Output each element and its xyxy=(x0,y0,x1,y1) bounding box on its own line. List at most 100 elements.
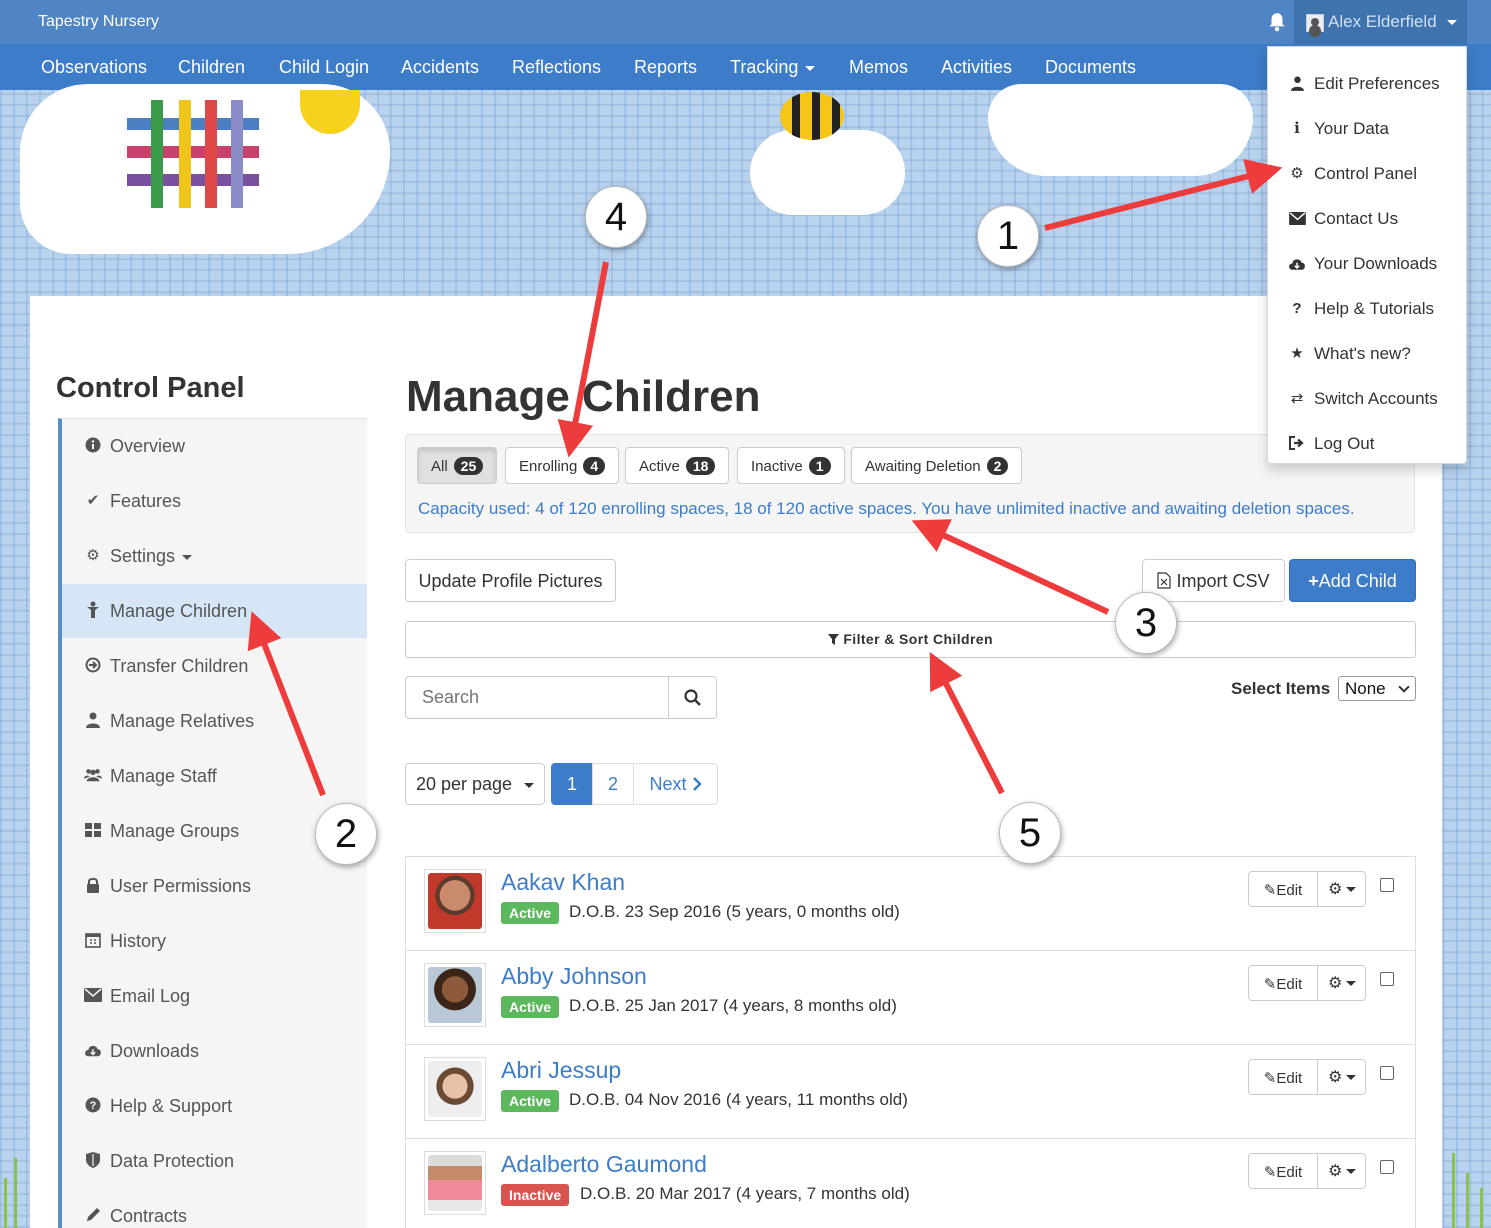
child-photo[interactable] xyxy=(424,1151,486,1215)
sidebar-item-settings[interactable]: ⚙ Settings xyxy=(62,529,367,583)
actions-dropdown-button[interactable]: ⚙ xyxy=(1317,965,1366,1001)
search-input[interactable] xyxy=(405,676,669,719)
tab-awaiting-deletion[interactable]: Awaiting Deletion 2 xyxy=(851,447,1023,484)
sidebar-item-data-protection[interactable]: Data Protection xyxy=(62,1134,367,1188)
sidebar-item-help-support[interactable]: ? Help & Support xyxy=(62,1079,367,1133)
status-badge: Inactive xyxy=(501,1184,570,1206)
chevron-down-icon xyxy=(1398,681,1410,693)
tab-enrolling[interactable]: Enrolling 4 xyxy=(505,447,620,484)
child-photo[interactable] xyxy=(424,963,486,1027)
page-1-button[interactable]: 1 xyxy=(551,763,593,805)
tab-label: Active xyxy=(639,458,680,475)
sidebar-item-label: Transfer Children xyxy=(110,656,249,676)
child-name-link[interactable]: Aakav Khan xyxy=(501,869,625,896)
menu-item-label: What's new? xyxy=(1314,344,1411,363)
menu-item-label: Help & Tutorials xyxy=(1314,299,1434,318)
tab-all[interactable]: All 25 xyxy=(417,447,498,484)
sidebar-item-label: Data Protection xyxy=(110,1151,235,1171)
child-name-link[interactable]: Abri Jessup xyxy=(501,1057,621,1084)
child-name-link[interactable]: Adalberto Gaumond xyxy=(501,1151,707,1178)
nav-child-login[interactable]: Child Login xyxy=(279,57,369,78)
nav-reports[interactable]: Reports xyxy=(634,57,697,78)
sidebar-item-transfer-children[interactable]: Transfer Children xyxy=(62,639,367,693)
menu-item-whats-new[interactable]: ★ What's new? xyxy=(1268,325,1466,370)
tab-active[interactable]: Active 18 xyxy=(625,447,730,484)
edit-button[interactable]: ✎Edit xyxy=(1248,1153,1318,1189)
actions-dropdown-button[interactable]: ⚙ xyxy=(1317,1059,1366,1095)
child-dob: D.O.B. 04 Nov 2016 (4 years, 11 months o… xyxy=(569,1090,908,1109)
child-photo[interactable] xyxy=(424,1057,486,1121)
question-circle-icon: ? xyxy=(84,1096,102,1114)
menu-item-your-downloads[interactable]: Your Downloads xyxy=(1268,235,1466,280)
child-photo[interactable] xyxy=(424,869,486,933)
menu-item-label: Your Downloads xyxy=(1314,254,1438,273)
sidebar-item-features[interactable]: ✔ Features xyxy=(62,474,367,528)
annotation-arrow-1 xyxy=(1044,158,1283,231)
filter-sort-toggle[interactable]: Filter & Sort Children xyxy=(405,621,1416,658)
select-items-dropdown[interactable]: None xyxy=(1338,676,1416,701)
cloud-download-icon xyxy=(84,1041,102,1059)
menu-item-help-tutorials[interactable]: ? Help & Tutorials xyxy=(1268,280,1466,325)
nav-observations[interactable]: Observations xyxy=(41,57,147,78)
next-page-button[interactable]: Next xyxy=(633,763,718,805)
sidebar-item-label: Features xyxy=(110,491,182,511)
menu-item-your-data[interactable]: i Your Data xyxy=(1268,100,1466,145)
nav-documents[interactable]: Documents xyxy=(1045,57,1136,78)
cloud-download-icon xyxy=(1288,254,1306,272)
sidebar-item-manage-relatives[interactable]: Manage Relatives xyxy=(62,694,367,748)
child-name-link[interactable]: Abby Johnson xyxy=(501,963,647,990)
per-page-dropdown[interactable]: 20 per page xyxy=(405,763,545,805)
tab-inactive[interactable]: Inactive 1 xyxy=(737,447,845,484)
envelope-icon xyxy=(1288,209,1306,227)
sidebar-item-overview[interactable]: Overview xyxy=(62,419,367,473)
menu-item-edit-preferences[interactable]: Edit Preferences xyxy=(1268,55,1466,100)
edit-button[interactable]: ✎Edit xyxy=(1248,1059,1318,1095)
nav-tracking[interactable]: Tracking xyxy=(730,57,816,78)
select-checkbox[interactable] xyxy=(1380,972,1394,986)
list-item: Aakav Khan Active D.O.B. 23 Sep 2016 (5 … xyxy=(406,857,1415,951)
chevron-down-icon xyxy=(1346,887,1356,892)
nav-activities[interactable]: Activities xyxy=(941,57,1012,78)
page-2-button[interactable]: 2 xyxy=(592,763,634,805)
brand-name[interactable]: Tapestry Nursery xyxy=(38,13,159,31)
user-menu-toggle[interactable]: Alex Elderfield xyxy=(1294,0,1467,44)
sidebar-title: Control Panel xyxy=(56,372,245,404)
sidebar-item-label: Email Log xyxy=(110,986,191,1006)
menu-item-contact-us[interactable]: Contact Us xyxy=(1268,190,1466,235)
child-dob: D.O.B. 20 Mar 2017 (4 years, 7 months ol… xyxy=(580,1184,910,1203)
edit-button[interactable]: ✎Edit xyxy=(1248,965,1318,1001)
menu-item-control-panel[interactable]: ⚙ Control Panel xyxy=(1268,145,1466,190)
sidebar-item-manage-staff[interactable]: Manage Staff xyxy=(62,749,367,803)
menu-item-label: Control Panel xyxy=(1314,164,1418,183)
sidebar-item-email-log[interactable]: Email Log xyxy=(62,969,367,1023)
nav-children[interactable]: Children xyxy=(178,57,245,78)
pencil-icon: ✎ xyxy=(1263,1164,1277,1181)
nav-accidents[interactable]: Accidents xyxy=(401,57,479,78)
chevron-down-icon xyxy=(182,554,193,560)
menu-item-switch-accounts[interactable]: ⇄ Switch Accounts xyxy=(1268,370,1466,415)
actions-dropdown-button[interactable]: ⚙ xyxy=(1317,1153,1366,1189)
info-icon: i xyxy=(1294,119,1300,137)
sidebar-item-history[interactable]: History xyxy=(62,914,367,968)
menu-item-log-out[interactable]: Log Out xyxy=(1268,415,1466,460)
import-csv-button[interactable]: Import CSV xyxy=(1142,559,1285,602)
sidebar-item-user-permissions[interactable]: User Permissions xyxy=(62,859,367,913)
sidebar-item-manage-children[interactable]: Manage Children xyxy=(62,584,367,638)
edit-button[interactable]: ✎Edit xyxy=(1248,871,1318,907)
search-button[interactable] xyxy=(668,676,717,719)
bell-icon[interactable] xyxy=(1266,11,1288,33)
grass-decoration xyxy=(14,1158,17,1228)
nav-memos[interactable]: Memos xyxy=(849,57,908,78)
update-profile-pictures-button[interactable]: Update Profile Pictures xyxy=(405,559,616,602)
nav-reflections[interactable]: Reflections xyxy=(512,57,601,78)
select-checkbox[interactable] xyxy=(1380,1160,1394,1174)
count-badge: 18 xyxy=(685,457,716,475)
sidebar-item-downloads[interactable]: Downloads xyxy=(62,1024,367,1078)
select-checkbox[interactable] xyxy=(1380,878,1394,892)
actions-dropdown-button[interactable]: ⚙ xyxy=(1317,871,1366,907)
select-checkbox[interactable] xyxy=(1380,1066,1394,1080)
sidebar-item-contracts[interactable]: Contracts xyxy=(62,1189,367,1228)
select-items-value: None xyxy=(1345,679,1386,698)
tab-label: All xyxy=(431,458,448,475)
add-child-button[interactable]: +Add Child xyxy=(1289,559,1416,602)
